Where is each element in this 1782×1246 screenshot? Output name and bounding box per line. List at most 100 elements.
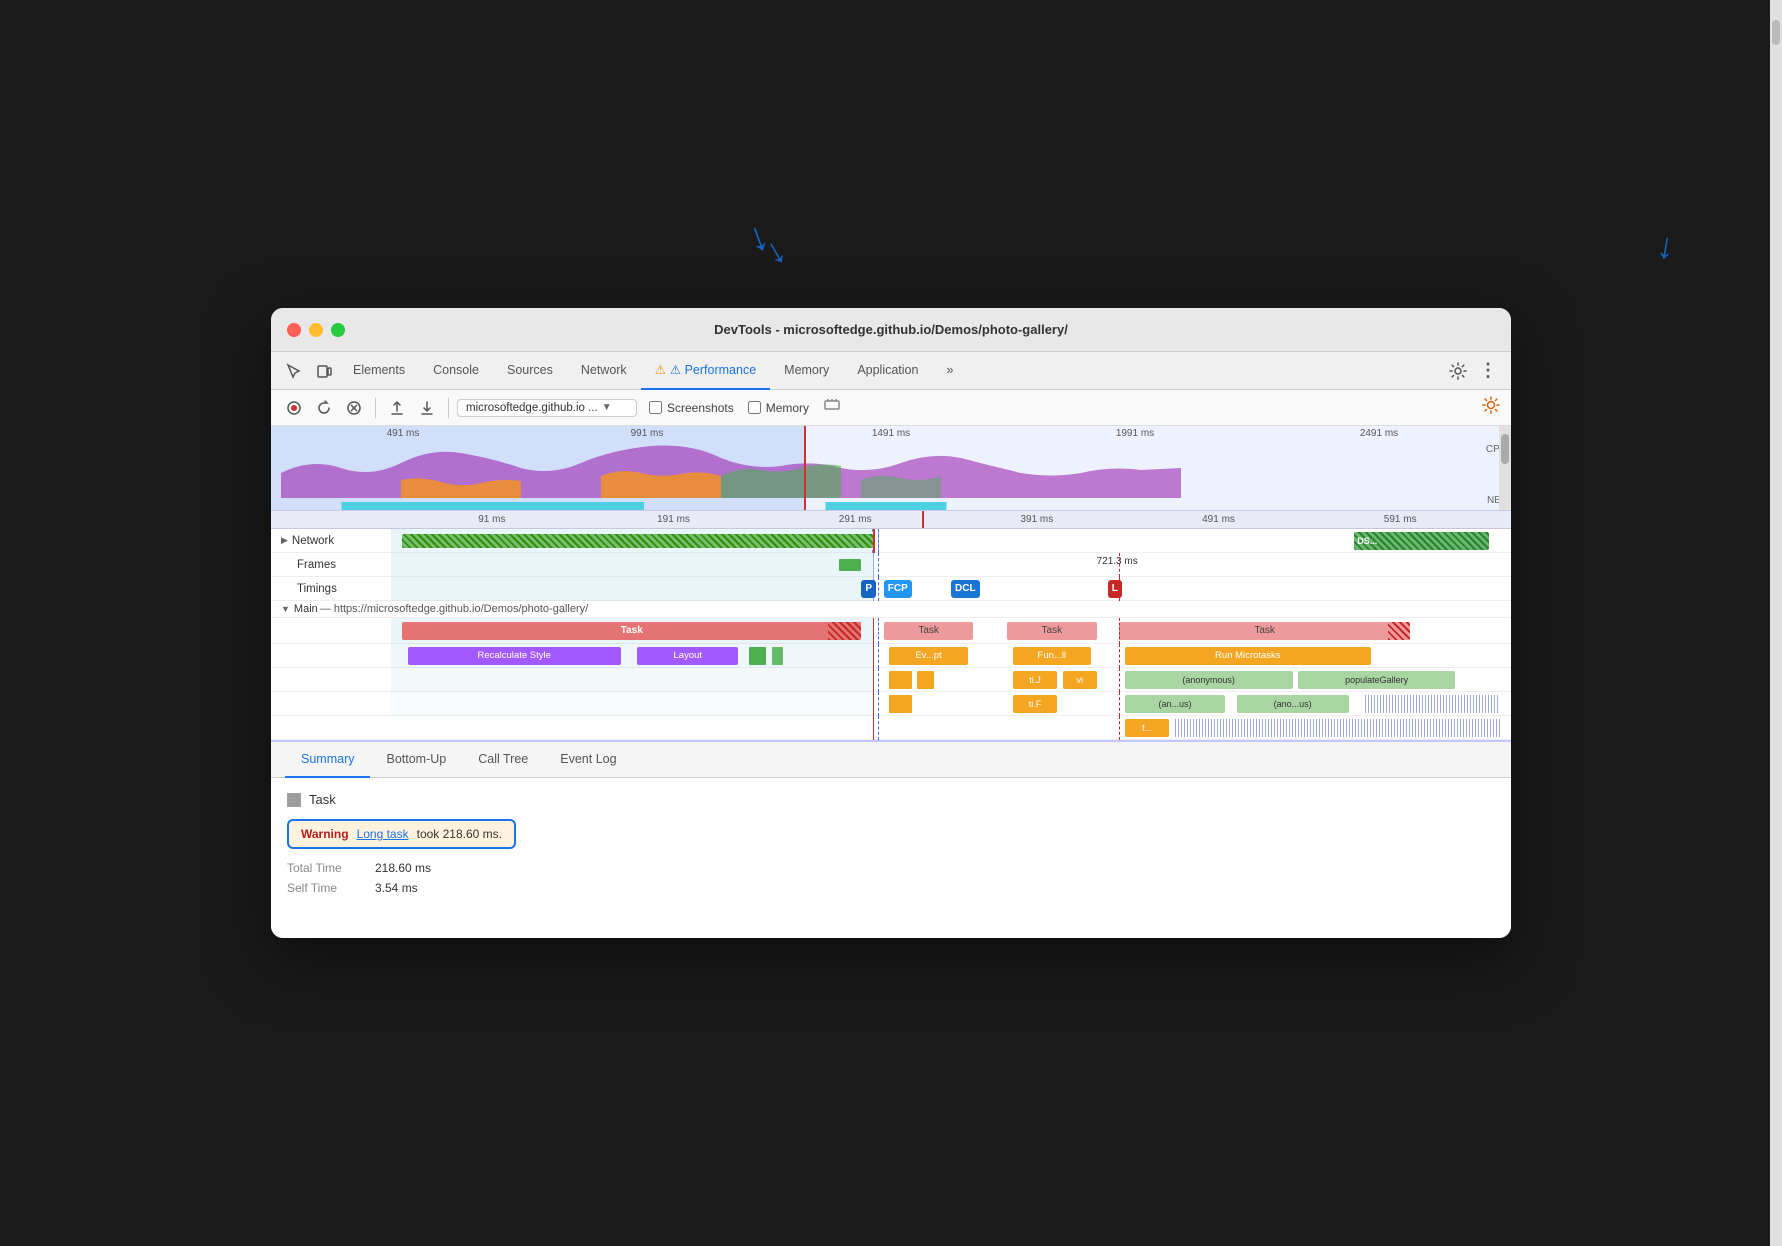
- tab-bottom-up[interactable]: Bottom-Up: [370, 742, 462, 778]
- total-time-label: Total Time: [287, 861, 367, 875]
- total-time-row: Total Time 218.60 ms: [287, 861, 1495, 875]
- close-button[interactable]: [287, 323, 301, 337]
- anonymous-bar-1[interactable]: (anonymous): [1125, 671, 1293, 689]
- subtask-row-2: ti.J (anonymous) vi populateGallery: [271, 668, 1511, 692]
- url-filter[interactable]: microsoftedge.github.io ... ▼: [457, 399, 637, 417]
- task-bar-1-label: Task: [918, 625, 939, 636]
- warning-label: Warning: [301, 827, 349, 841]
- task-bar-3-label: Task: [1254, 625, 1275, 636]
- tif-bar[interactable]: ti.F: [1013, 695, 1058, 713]
- warning-box: Warning Long task took 218.60 ms.: [287, 819, 516, 849]
- screenshots-checkbox[interactable]: [649, 401, 662, 414]
- f-bar[interactable]: f...: [1125, 719, 1170, 737]
- evpt-bar[interactable]: Ev...pt: [889, 647, 967, 665]
- performance-settings-button[interactable]: [1481, 395, 1501, 420]
- device-icon[interactable]: [309, 356, 339, 386]
- funll-bar[interactable]: Fun...ll: [1013, 647, 1091, 665]
- frames-dashed-2: [1119, 553, 1120, 577]
- warning-message: took 218.60 ms.: [417, 827, 502, 841]
- toolbar-checks: Screenshots Memory: [649, 396, 841, 419]
- task-bar-3[interactable]: Task: [1119, 622, 1410, 640]
- performance-toolbar: microsoftedge.github.io ... ▼ Screenshot…: [271, 390, 1511, 426]
- layout-bar[interactable]: Layout: [637, 647, 738, 665]
- screenshots-check[interactable]: Screenshots: [649, 401, 734, 415]
- reload-button[interactable]: [311, 395, 337, 421]
- window-title: DevTools - microsoftedge.github.io/Demos…: [714, 322, 1068, 337]
- anous-bar[interactable]: (ano...us): [1237, 695, 1349, 713]
- task-bar-3-hatch: [1388, 622, 1410, 640]
- self-time-value: 3.54 ms: [375, 881, 418, 895]
- tab-call-tree[interactable]: Call Tree: [462, 742, 544, 778]
- tab-console[interactable]: Console: [419, 352, 493, 390]
- task-bar-0-hatch: [828, 622, 862, 640]
- run-microtasks-bar[interactable]: Run Microtasks: [1125, 647, 1371, 665]
- network-content: DS...: [391, 529, 1511, 553]
- tab-memory[interactable]: Memory: [770, 352, 843, 390]
- tij-bar[interactable]: ti.J: [1013, 671, 1058, 689]
- tab-summary[interactable]: Summary: [285, 742, 370, 778]
- main-url: — https://microsoftedge.github.io/Demos/…: [320, 603, 588, 615]
- network-track: ▶ Network DS...: [271, 529, 1511, 553]
- timing-fcp-marker: FCP: [884, 580, 912, 598]
- tab-elements[interactable]: Elements: [339, 352, 419, 390]
- gear-settings-icon[interactable]: [1443, 356, 1473, 386]
- timings-content: P FCP DCL L: [391, 577, 1511, 601]
- tab-event-log[interactable]: Event Log: [544, 742, 632, 778]
- self-time-row: Self Time 3.54 ms: [287, 881, 1495, 895]
- overview-scrollbar[interactable]: [1499, 426, 1511, 510]
- recalculate-style-bar[interactable]: Recalculate Style: [408, 647, 621, 665]
- task-row-0-content: Task Task Task Task: [391, 618, 1511, 644]
- tracks: ▶ Network DS...: [271, 529, 1511, 740]
- tab-application[interactable]: Application: [843, 352, 932, 390]
- memory-checkbox[interactable]: [748, 401, 761, 414]
- task-bar-0[interactable]: Task: [402, 622, 861, 640]
- subtask-row-4: f...: [271, 716, 1511, 740]
- frames-red-line: [873, 553, 874, 577]
- minimize-button[interactable]: [309, 323, 323, 337]
- tab-performance[interactable]: ⚠ ⚠ Performance: [641, 352, 770, 390]
- download-button[interactable]: [414, 395, 440, 421]
- titlebar: DevTools - microsoftedge.github.io/Demos…: [271, 308, 1511, 352]
- more-options-icon[interactable]: ⋮: [1473, 356, 1503, 386]
- clear-button[interactable]: [341, 395, 367, 421]
- memory-check[interactable]: Memory: [748, 401, 809, 415]
- url-dropdown-icon: ▼: [602, 402, 612, 413]
- task-bar-0-label: Task: [621, 625, 643, 636]
- timing-p-marker: P: [861, 580, 876, 598]
- inspect-icon[interactable]: [279, 356, 309, 386]
- total-time-value: 218.60 ms: [375, 861, 431, 875]
- ruler-tick-2: 191 ms: [583, 514, 765, 525]
- subtask-row-2-content: ti.J (anonymous) vi populateGallery: [391, 668, 1511, 692]
- ruler-tick-4: 391 ms: [946, 514, 1128, 525]
- network-chevron-icon[interactable]: ▶: [281, 535, 288, 546]
- memory-icon[interactable]: [823, 396, 841, 419]
- maximize-button[interactable]: [331, 323, 345, 337]
- net-overview-bar: [281, 502, 1491, 510]
- divider-2: [448, 398, 449, 418]
- ruler-tick-6: 591 ms: [1309, 514, 1491, 525]
- task-bar-1[interactable]: Task: [884, 622, 974, 640]
- vi-bar[interactable]: vi: [1063, 671, 1097, 689]
- populate-gallery-bar[interactable]: populateGallery: [1298, 671, 1455, 689]
- network-label: ▶ Network: [271, 535, 391, 547]
- timings-track: Timings P FCP DCL L: [271, 577, 1511, 601]
- tab-network[interactable]: Network: [567, 352, 641, 390]
- long-task-link[interactable]: Long task: [357, 827, 409, 841]
- cpu-chart: [281, 438, 1181, 498]
- tab-more[interactable]: »: [932, 352, 967, 390]
- main-label: Main: [294, 603, 318, 615]
- upload-button[interactable]: [384, 395, 410, 421]
- overview-time-5: 2491 ms: [1257, 428, 1501, 439]
- main-chevron-icon[interactable]: ▼: [281, 604, 290, 614]
- subtask-row-3: ti.F (an...us) (ano...us): [271, 692, 1511, 716]
- bottom-tab-bar: Summary Bottom-Up Call Tree Event Log: [271, 742, 1511, 778]
- task-bar-2[interactable]: Task: [1007, 622, 1097, 640]
- record-button[interactable]: [281, 395, 307, 421]
- ruler-tick-3: 291 ms: [764, 514, 946, 525]
- scrollbar-thumb: [1501, 434, 1509, 464]
- tab-sources[interactable]: Sources: [493, 352, 567, 390]
- dashed-line-1: [878, 529, 879, 553]
- frames-selection: [391, 553, 873, 577]
- ruler-red-line: [922, 511, 924, 528]
- anus-bar-1[interactable]: (an...us): [1125, 695, 1226, 713]
